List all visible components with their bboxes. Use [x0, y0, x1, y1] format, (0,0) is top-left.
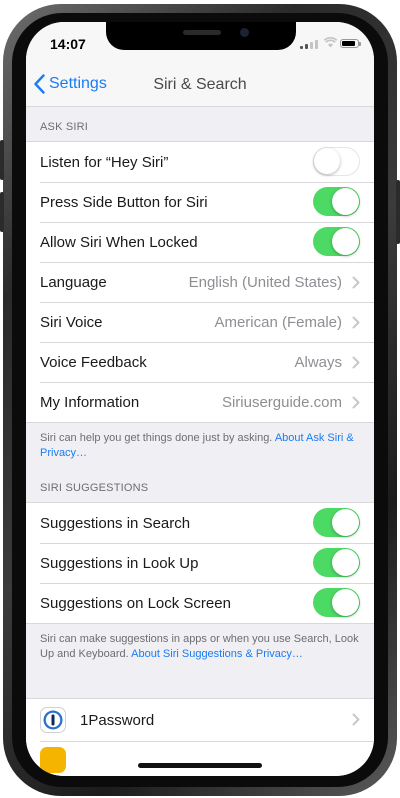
row-value: Siriuserguide.com: [221, 393, 342, 411]
screen: 14:07 Settings Siri & Search ASK SIRI Li…: [26, 22, 374, 776]
chevron-right-icon: [352, 396, 360, 409]
side-button-toggle[interactable]: [313, 187, 360, 216]
section-header-ask-siri: ASK SIRI: [26, 107, 374, 141]
hey-siri-toggle[interactable]: [313, 147, 360, 176]
row-language[interactable]: Language English (United States): [26, 262, 374, 302]
row-siri-voice[interactable]: Siri Voice American (Female): [26, 302, 374, 342]
battery-icon: [340, 39, 361, 48]
ask-siri-group: Listen for “Hey Siri” Press Side Button …: [26, 141, 374, 423]
row-value: English (United States): [188, 273, 342, 291]
navigation-bar: Settings Siri & Search: [26, 66, 374, 107]
chevron-right-icon: [352, 356, 360, 369]
row-hey-siri[interactable]: Listen for “Hey Siri”: [26, 142, 374, 182]
row-app-1password[interactable]: 1Password: [26, 699, 374, 741]
chevron-right-icon: [352, 276, 360, 289]
row-label: My Information: [40, 393, 140, 411]
volume-up-button: [0, 140, 4, 180]
home-indicator[interactable]: [138, 763, 262, 768]
siri-suggestions-group: Suggestions in Search Suggestions in Loo…: [26, 502, 374, 624]
row-voice-feedback[interactable]: Voice Feedback Always: [26, 342, 374, 382]
suggestions-look-up-toggle[interactable]: [313, 548, 360, 577]
allow-when-locked-toggle[interactable]: [313, 227, 360, 256]
settings-content: ASK SIRI Listen for “Hey Siri” Press Sid…: [26, 107, 374, 776]
ask-siri-footer: Siri can help you get things done just b…: [26, 423, 374, 467]
row-suggestions-look-up[interactable]: Suggestions in Look Up: [26, 543, 374, 583]
speaker-grille: [183, 30, 221, 35]
about-siri-suggestions-link[interactable]: About Siri Suggestions & Privacy…: [131, 648, 303, 660]
siri-suggestions-footer: Siri can make suggestions in apps or whe…: [26, 624, 374, 684]
section-header-label: SIRI SUGGESTIONS: [40, 482, 149, 494]
row-allow-when-locked[interactable]: Allow Siri When Locked: [26, 222, 374, 262]
row-app-partial[interactable]: [26, 741, 374, 776]
footer-text: Siri can help you get things done just b…: [40, 432, 275, 444]
notch: [106, 22, 296, 50]
1password-icon: [40, 707, 66, 733]
cellular-signal-icon: [300, 40, 318, 49]
section-header-label: ASK SIRI: [40, 121, 89, 133]
wifi-icon: [324, 37, 337, 48]
suggestions-search-toggle[interactable]: [313, 508, 360, 537]
side-button: [396, 180, 400, 244]
row-label: Allow Siri When Locked: [40, 233, 198, 251]
row-label: 1Password: [80, 711, 155, 729]
page-title: Siri & Search: [153, 76, 247, 93]
row-label: Language: [40, 273, 107, 291]
front-camera-icon: [240, 28, 249, 37]
section-header-siri-suggestions: SIRI SUGGESTIONS: [26, 467, 374, 502]
row-label: Suggestions on Lock Screen: [40, 594, 231, 612]
row-suggestions-lock-screen[interactable]: Suggestions on Lock Screen: [26, 583, 374, 623]
chevron-right-icon: [352, 316, 360, 329]
row-side-button[interactable]: Press Side Button for Siri: [26, 182, 374, 222]
status-time: 14:07: [50, 36, 86, 52]
row-value: American (Female): [214, 313, 342, 331]
app-icon: [40, 747, 66, 773]
volume-down-button: [0, 192, 4, 232]
row-label: Suggestions in Look Up: [40, 554, 199, 572]
row-label: Press Side Button for Siri: [40, 193, 208, 211]
row-value: Always: [294, 353, 342, 371]
row-label: Listen for “Hey Siri”: [40, 153, 169, 171]
row-label: Siri Voice: [40, 313, 103, 331]
row-label: Suggestions in Search: [40, 514, 191, 532]
status-bar: 14:07: [26, 22, 374, 66]
row-label: Voice Feedback: [40, 353, 147, 371]
row-suggestions-search[interactable]: Suggestions in Search: [26, 503, 374, 543]
row-my-information[interactable]: My Information Siriuserguide.com: [26, 382, 374, 422]
chevron-right-icon: [352, 713, 360, 726]
suggestions-lock-screen-toggle[interactable]: [313, 588, 360, 617]
